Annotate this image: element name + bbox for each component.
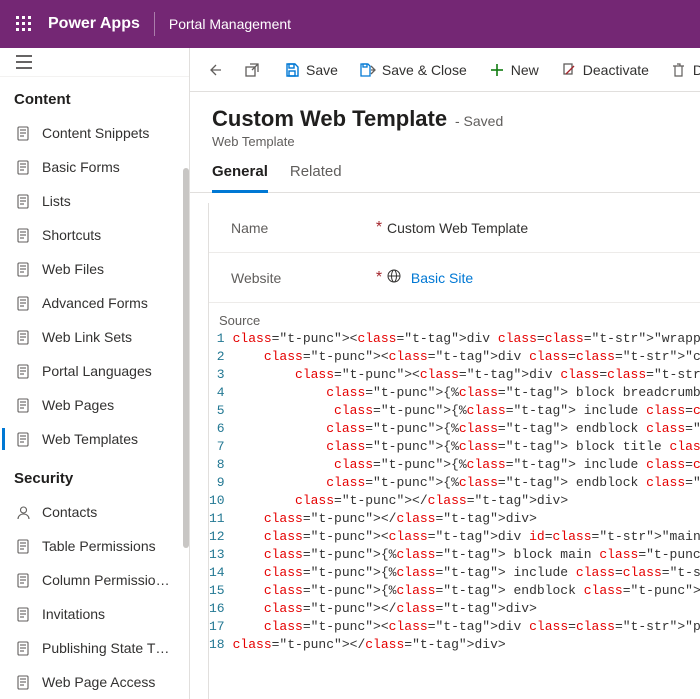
sidebar-item[interactable]: Web Pages <box>0 388 189 422</box>
deactivate-label: Deactivate <box>583 62 649 78</box>
line-gutter: 123456789101112131415161718 <box>209 330 233 654</box>
sidebar-item[interactable]: Content Snippets <box>0 116 189 150</box>
page-title: Custom Web Template <box>212 106 447 132</box>
invite-icon <box>14 605 32 623</box>
back-button[interactable] <box>196 52 232 88</box>
trash-icon <box>671 62 687 78</box>
global-header: Power Apps Portal Management <box>0 0 700 48</box>
sidebar-item[interactable]: Contacts <box>0 495 189 529</box>
nav-section-security: Security <box>0 456 189 495</box>
deactivate-icon <box>561 62 577 78</box>
sidebar-item-label: Web Pages <box>42 397 114 413</box>
sidebar-item[interactable]: Lists <box>0 184 189 218</box>
sidebar-item-label: Advanced Forms <box>42 295 148 311</box>
save-label: Save <box>306 62 338 78</box>
sidebar-item[interactable]: Basic Forms <box>0 150 189 184</box>
sidebar-item-label: Column Permissio… <box>42 572 170 588</box>
file-icon <box>14 260 32 278</box>
new-label: New <box>511 62 539 78</box>
required-icon: * <box>371 219 387 237</box>
sidebar-scrollbar[interactable] <box>183 168 189 548</box>
sidebar-item-label: Web Templates <box>42 431 138 447</box>
field-name[interactable]: Name * Custom Web Template <box>209 203 700 253</box>
waffle-icon[interactable] <box>8 8 40 40</box>
new-button[interactable]: New <box>479 52 549 88</box>
page-icon <box>14 396 32 414</box>
shortcut-icon <box>14 226 32 244</box>
doc-icon <box>14 124 32 142</box>
perm-icon <box>14 537 32 555</box>
sidebar-item[interactable]: Web Templates <box>0 422 189 456</box>
arrow-left-icon <box>206 62 222 78</box>
sidebar-item[interactable]: Shortcuts <box>0 218 189 252</box>
code-content[interactable]: class="t-punc"><class="t-tag">div class=… <box>233 330 700 654</box>
website-label: Website <box>231 270 281 286</box>
popout-button[interactable] <box>234 52 270 88</box>
app-name: Portal Management <box>169 16 291 32</box>
pub-icon <box>14 639 32 657</box>
sidebar-item[interactable]: Invitations <box>0 597 189 631</box>
header-divider <box>154 12 155 36</box>
brand-label: Power Apps <box>48 15 140 33</box>
command-bar: Save Save & Close New Deactivate De <box>190 48 700 92</box>
form-icon <box>14 158 32 176</box>
globe-icon <box>387 270 401 286</box>
sidebar-item[interactable]: Advanced Forms <box>0 286 189 320</box>
save-status: - Saved <box>455 113 503 129</box>
deactivate-button[interactable]: Deactivate <box>551 52 659 88</box>
save-icon <box>284 62 300 78</box>
sidebar-item-label: Contacts <box>42 504 97 520</box>
popout-icon <box>244 62 260 78</box>
sidebar: Content Content Snippets Basic Forms Lists… <box>0 48 190 699</box>
required-icon: * <box>371 269 387 287</box>
sidebar-item-label: Content Snippets <box>42 125 149 141</box>
tab-list: General Related <box>190 149 700 193</box>
delete-label: De <box>693 62 700 78</box>
name-value: Custom Web Template <box>387 220 528 236</box>
sidebar-item-label: Web Files <box>42 261 104 277</box>
nav-section-content: Content <box>0 77 189 116</box>
tab-related[interactable]: Related <box>290 163 342 192</box>
lang-icon <box>14 362 32 380</box>
sidebar-item-label: Lists <box>42 193 71 209</box>
template-icon <box>14 430 32 448</box>
save-close-icon <box>360 62 376 78</box>
link-icon <box>14 328 32 346</box>
website-value[interactable]: Basic Site <box>411 270 473 286</box>
entity-subtitle: Web Template <box>212 134 678 149</box>
sidebar-item[interactable]: Web Page Access <box>0 665 189 699</box>
plus-icon <box>489 62 505 78</box>
sidebar-item-label: Web Link Sets <box>42 329 132 345</box>
form-icon <box>14 294 32 312</box>
sidebar-item[interactable]: Web Files <box>0 252 189 286</box>
sidebar-item-label: Invitations <box>42 606 105 622</box>
sidebar-item[interactable]: Table Permissions <box>0 529 189 563</box>
sidebar-item-label: Web Page Access <box>42 674 155 690</box>
sidebar-item[interactable]: Publishing State T… <box>0 631 189 665</box>
sidebar-item-label: Shortcuts <box>42 227 101 243</box>
person-icon <box>14 503 32 521</box>
sidebar-item-label: Table Permissions <box>42 538 156 554</box>
save-close-label: Save & Close <box>382 62 467 78</box>
sidebar-item[interactable]: Column Permissio… <box>0 563 189 597</box>
save-button[interactable]: Save <box>274 52 348 88</box>
colperm-icon <box>14 571 32 589</box>
code-editor[interactable]: 123456789101112131415161718 class="t-pun… <box>209 330 700 674</box>
hamburger-icon[interactable] <box>12 50 36 74</box>
tab-general[interactable]: General <box>212 163 268 193</box>
sidebar-item-label: Basic Forms <box>42 159 120 175</box>
delete-button[interactable]: De <box>661 52 700 88</box>
name-label: Name <box>231 220 268 236</box>
access-icon <box>14 673 32 691</box>
source-label: Source <box>209 303 700 330</box>
sidebar-item-label: Publishing State T… <box>42 640 169 656</box>
sidebar-item[interactable]: Web Link Sets <box>0 320 189 354</box>
save-close-button[interactable]: Save & Close <box>350 52 477 88</box>
field-website[interactable]: Website * Basic Site <box>209 253 700 303</box>
list-icon <box>14 192 32 210</box>
sidebar-item[interactable]: Portal Languages <box>0 354 189 388</box>
sidebar-item-label: Portal Languages <box>42 363 152 379</box>
